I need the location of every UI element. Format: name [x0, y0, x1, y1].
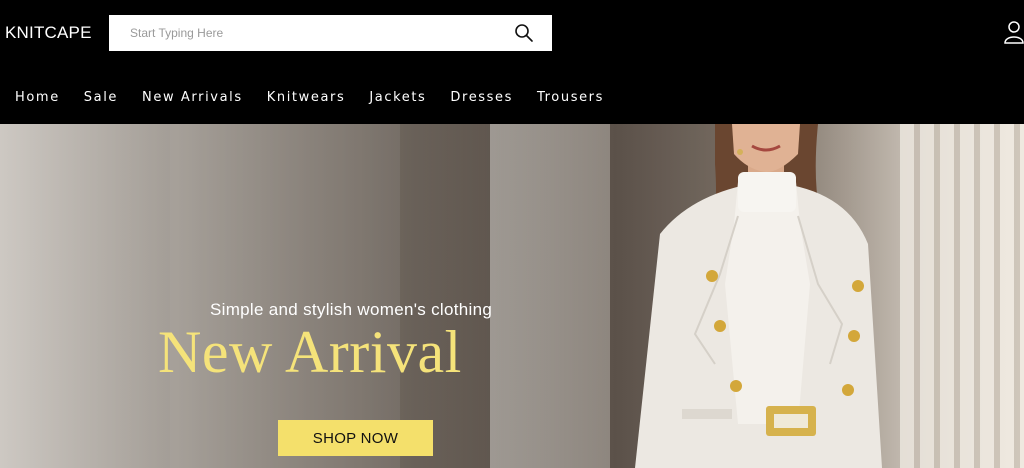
hero-tagline: Simple and stylish women's clothing	[210, 300, 493, 319]
hero-banner[interactable]: Simple and stylish women's clothing New …	[0, 124, 1024, 468]
search-input[interactable]	[109, 15, 509, 51]
search-bar[interactable]	[109, 15, 552, 51]
model-image	[635, 124, 882, 468]
site-header: KNITCAPE Home Sale New Arrivals Knitwear…	[0, 0, 1024, 124]
nav-item-home[interactable]: Home	[15, 90, 60, 105]
hero-headline: New Arrival	[158, 319, 462, 385]
nav-item-knitwears[interactable]: Knitwears	[267, 90, 346, 105]
nav-item-sale[interactable]: Sale	[84, 90, 118, 105]
nav-item-dresses[interactable]: Dresses	[450, 90, 513, 105]
main-nav: Home Sale New Arrivals Knitwears Jackets…	[15, 90, 628, 105]
shop-now-button[interactable]: SHOP NOW	[278, 420, 433, 456]
nav-item-new-arrivals[interactable]: New Arrivals	[142, 90, 243, 105]
search-icon[interactable]	[514, 23, 534, 43]
user-icon[interactable]	[1003, 20, 1024, 44]
nav-item-jackets[interactable]: Jackets	[369, 90, 426, 105]
nav-item-trousers[interactable]: Trousers	[537, 90, 604, 105]
brand-logo[interactable]: KNITCAPE	[5, 23, 92, 43]
